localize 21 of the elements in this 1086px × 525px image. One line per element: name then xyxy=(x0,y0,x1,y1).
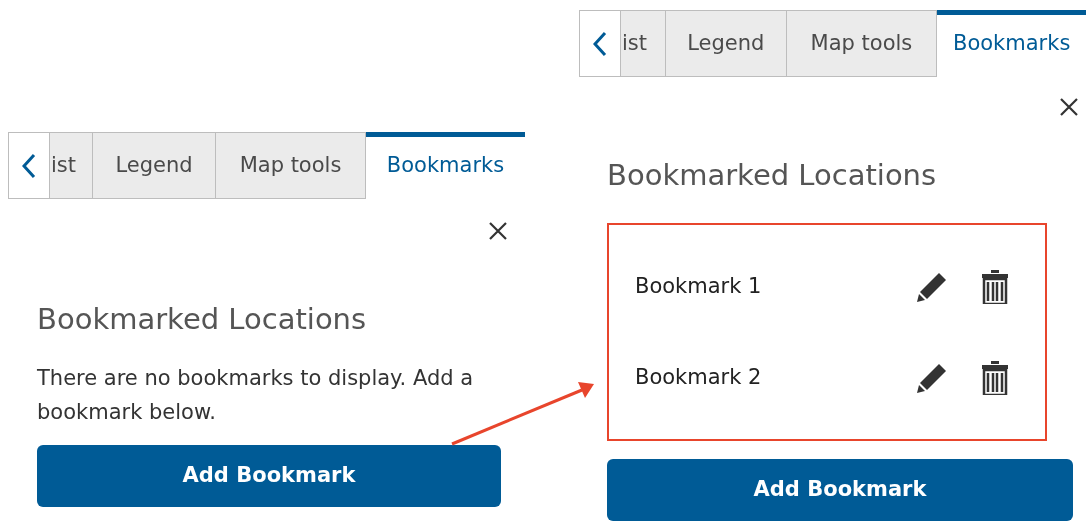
bookmark-name[interactable]: Bookmark 1 xyxy=(635,270,915,303)
trash-icon[interactable] xyxy=(981,360,1009,395)
tab[interactable]: ist xyxy=(620,10,666,77)
close-icon[interactable] xyxy=(1059,97,1079,117)
empty-message: There are no bookmarks to display. Add a bookmark below. xyxy=(37,365,475,426)
bookmark-name[interactable]: Bookmark 2 xyxy=(635,361,915,394)
tab[interactable]: Map tools xyxy=(786,10,938,77)
tab[interactable]: Legend xyxy=(665,10,787,77)
tab[interactable]: Legend xyxy=(93,132,216,199)
tab[interactable]: Map tools xyxy=(216,132,366,199)
close-icon[interactable] xyxy=(488,221,508,241)
panel-heading: Bookmarked Locations xyxy=(37,301,368,337)
trash-icon[interactable] xyxy=(981,269,1009,304)
chevron-left-icon xyxy=(22,152,36,179)
panel-heading: Bookmarked Locations xyxy=(607,157,938,193)
add-bookmark-button[interactable]: Add Bookmark xyxy=(37,445,501,507)
chevron-left-icon xyxy=(592,30,607,57)
tab[interactable]: ist xyxy=(50,132,93,199)
add-bookmark-button[interactable]: Add Bookmark xyxy=(607,459,1073,521)
scroll-left-button[interactable] xyxy=(8,132,50,199)
scroll-left-button[interactable] xyxy=(579,10,621,77)
